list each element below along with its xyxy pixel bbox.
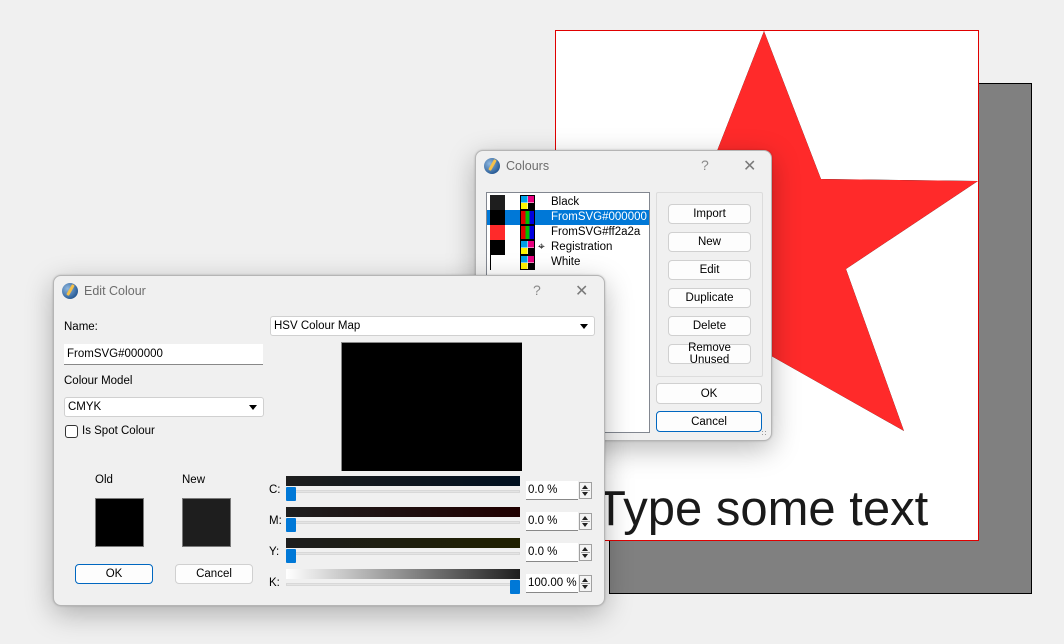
colour-list-item[interactable]: ⌖ Registration bbox=[487, 239, 649, 255]
cmyk-model-icon bbox=[520, 255, 535, 270]
close-icon[interactable]: ✕ bbox=[575, 281, 588, 301]
old-label: Old bbox=[95, 474, 113, 486]
new-label: New bbox=[182, 474, 206, 486]
arrow-down-icon[interactable] bbox=[582, 554, 588, 558]
arrow-up-icon[interactable] bbox=[582, 578, 588, 582]
new-button[interactable]: New bbox=[668, 232, 751, 252]
channel-slider-track[interactable] bbox=[286, 583, 520, 586]
app-icon bbox=[484, 158, 500, 174]
spin-divider bbox=[581, 552, 590, 553]
arrow-down-icon[interactable] bbox=[582, 585, 588, 589]
cancel-button[interactable]: Cancel bbox=[175, 564, 253, 584]
name-label: Name: bbox=[64, 321, 98, 333]
channel-spin-buttons[interactable] bbox=[579, 575, 592, 592]
help-icon[interactable]: ? bbox=[533, 282, 541, 298]
remove-unused-button[interactable]: Remove Unused bbox=[668, 342, 751, 366]
colour-name: White bbox=[551, 256, 581, 268]
channel-gradient bbox=[286, 476, 520, 486]
colour-map-select[interactable]: HSV Colour Map bbox=[270, 316, 595, 336]
channel-value-input[interactable]: 100.00 % bbox=[526, 574, 578, 593]
channel-gradient bbox=[286, 538, 520, 548]
colour-name: Registration bbox=[551, 241, 613, 253]
channel-spin-buttons[interactable] bbox=[579, 544, 592, 561]
cmyk-model-icon bbox=[520, 240, 535, 255]
colour-swatch bbox=[490, 225, 505, 240]
colour-map-value: HSV Colour Map bbox=[274, 320, 361, 332]
channel-value-input[interactable]: 0.0 % bbox=[526, 543, 578, 562]
channel-slider-thumb[interactable] bbox=[286, 549, 296, 563]
rgb-model-icon bbox=[520, 210, 535, 225]
new-colour-swatch bbox=[182, 498, 231, 547]
colour-name: Black bbox=[551, 196, 580, 208]
channel-slider-track[interactable] bbox=[286, 521, 520, 524]
colour-name: FromSVG#ff2a2a bbox=[551, 226, 641, 238]
cmyk-model-icon bbox=[520, 195, 535, 210]
spot-colour-label: Is Spot Colour bbox=[82, 425, 155, 437]
ok-button[interactable]: OK bbox=[75, 564, 153, 584]
arrow-up-icon[interactable] bbox=[582, 547, 588, 551]
channel-spin-buttons[interactable] bbox=[579, 482, 592, 499]
channel-value-input[interactable]: 0.0 % bbox=[526, 481, 578, 500]
colour-model-value: CMYK bbox=[68, 401, 102, 413]
channel-label: C: bbox=[269, 484, 281, 496]
chevron-down-icon bbox=[249, 405, 257, 410]
name-input[interactable]: FromSVG#000000 bbox=[64, 344, 263, 365]
arrow-down-icon[interactable] bbox=[582, 492, 588, 496]
colours-titlebar[interactable]: Colours ? ✕ bbox=[476, 151, 771, 181]
ok-button[interactable]: OK bbox=[656, 383, 762, 404]
delete-button[interactable]: Delete bbox=[668, 316, 751, 336]
spin-divider bbox=[581, 521, 590, 522]
channel-gradient bbox=[286, 569, 520, 579]
colour-actions-group: Import New Edit Duplicate Delete Remove … bbox=[656, 192, 763, 377]
colour-swatch bbox=[490, 240, 505, 255]
chevron-down-icon bbox=[580, 324, 588, 329]
channel-label: K: bbox=[269, 577, 280, 589]
channel-slider-track[interactable] bbox=[286, 552, 520, 555]
colour-swatch bbox=[490, 255, 505, 270]
channel-value-input[interactable]: 0.0 % bbox=[526, 512, 578, 531]
help-icon[interactable]: ? bbox=[701, 157, 709, 173]
arrow-up-icon[interactable] bbox=[582, 485, 588, 489]
arrow-down-icon[interactable] bbox=[582, 523, 588, 527]
spin-divider bbox=[581, 490, 590, 491]
channel-gradient bbox=[286, 507, 520, 517]
colour-name: FromSVG#000000 bbox=[551, 211, 647, 223]
spin-divider bbox=[581, 583, 590, 584]
duplicate-button[interactable]: Duplicate bbox=[668, 288, 751, 308]
channel-slider-thumb[interactable] bbox=[510, 580, 520, 594]
edit-colour-dialog-title: Edit Colour bbox=[84, 284, 146, 298]
import-button[interactable]: Import bbox=[668, 204, 751, 224]
colour-model-select[interactable]: CMYK bbox=[64, 397, 264, 417]
hsv-colour-map[interactable] bbox=[341, 342, 522, 471]
rgb-model-icon bbox=[520, 225, 535, 240]
resize-grip[interactable] bbox=[761, 430, 768, 437]
channel-slider-thumb[interactable] bbox=[286, 487, 296, 501]
edit-colour-titlebar[interactable]: Edit Colour ? ✕ bbox=[54, 276, 604, 306]
colour-list-item[interactable]: FromSVG#ff2a2a bbox=[487, 225, 649, 240]
spot-colour-checkbox[interactable] bbox=[65, 425, 78, 438]
old-colour-swatch bbox=[95, 498, 144, 547]
text-frame[interactable]: Type some text bbox=[596, 481, 928, 537]
edit-button[interactable]: Edit bbox=[668, 260, 751, 280]
app-icon bbox=[62, 283, 78, 299]
channel-label: Y: bbox=[269, 546, 280, 558]
colour-list-item[interactable]: White bbox=[487, 255, 649, 270]
colour-swatch bbox=[490, 210, 505, 225]
close-icon[interactable]: ✕ bbox=[743, 156, 756, 176]
edit-colour-dialog: Edit Colour ? ✕ Name: FromSVG#000000 Col… bbox=[53, 275, 605, 606]
colour-model-label: Colour Model bbox=[64, 375, 133, 387]
colour-list-item[interactable]: Black bbox=[487, 195, 649, 210]
channel-slider-thumb[interactable] bbox=[286, 518, 296, 532]
colour-swatch bbox=[490, 195, 505, 210]
colours-dialog-title: Colours bbox=[506, 159, 550, 173]
colour-list-item[interactable]: FromSVG#000000 bbox=[487, 210, 649, 225]
channel-slider-track[interactable] bbox=[286, 490, 520, 493]
registration-icon: ⌖ bbox=[538, 239, 545, 253]
channel-label: M: bbox=[269, 515, 282, 527]
arrow-up-icon[interactable] bbox=[582, 516, 588, 520]
channel-spin-buttons[interactable] bbox=[579, 513, 592, 530]
cancel-button[interactable]: Cancel bbox=[656, 411, 762, 432]
